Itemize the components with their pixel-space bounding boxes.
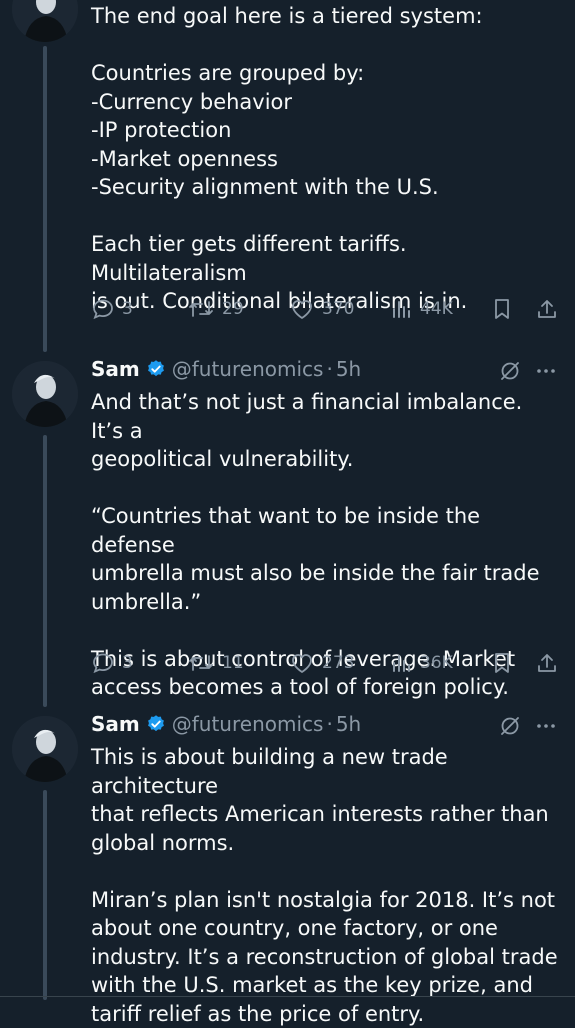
text-line: that reflects American interests rather …: [91, 800, 561, 829]
retweet-button[interactable]: 29: [187, 297, 244, 321]
timestamp[interactable]: 5h: [336, 357, 361, 381]
avatar[interactable]: [12, 0, 78, 42]
thread-line: [43, 435, 47, 707]
share-icon: [535, 651, 559, 675]
tweet-text: The end goal here is a tiered system: Co…: [91, 2, 561, 316]
text-line: -IP protection: [91, 116, 561, 145]
share-icon: [535, 297, 559, 321]
tweet-2[interactable]: Sam @futurenomics · 5h And that’s not ju…: [0, 345, 575, 700]
views-button[interactable]: 44K: [389, 297, 453, 321]
retweet-icon: [187, 297, 215, 321]
text-line: And that’s not just a financial imbalanc…: [91, 388, 561, 445]
text-line: -Security alignment with the U.S.: [91, 173, 561, 202]
thread-line: [43, 46, 47, 352]
reply-count: 3: [122, 299, 133, 319]
share-button[interactable]: [535, 297, 559, 321]
bookmark-icon: [491, 651, 513, 675]
reply-button[interactable]: 3: [91, 651, 133, 675]
text-line: geopolitical vulnerability.: [91, 445, 561, 474]
tweet-header: Sam @futurenomics · 5h: [91, 357, 361, 381]
retweet-count: 29: [222, 299, 244, 319]
timestamp[interactable]: 5h: [336, 712, 361, 736]
text-line: “Countries that want to be inside the de…: [91, 502, 561, 559]
views-icon: [389, 297, 413, 321]
author-handle[interactable]: @futurenomics: [172, 357, 324, 381]
like-count: 273: [322, 653, 354, 673]
text-line: -Currency behavior: [91, 88, 561, 117]
more-icon[interactable]: [536, 361, 556, 381]
like-icon: [289, 651, 315, 675]
reply-count: 3: [122, 653, 133, 673]
avatar[interactable]: [12, 716, 78, 782]
retweet-icon: [187, 651, 215, 675]
thread-line: [43, 790, 47, 1000]
text-line: umbrella.”: [91, 588, 561, 617]
text-line: umbrella must also be inside the fair tr…: [91, 559, 561, 588]
like-icon: [289, 297, 315, 321]
like-button[interactable]: 273: [289, 651, 354, 675]
text-line: -Market openness: [91, 145, 561, 174]
retweet-count: 11: [222, 653, 244, 673]
author-handle[interactable]: @futurenomics: [172, 712, 324, 736]
separator-dot: ·: [326, 712, 332, 736]
text-line: The end goal here is a tiered system:: [91, 2, 561, 31]
bookmark-button[interactable]: [491, 651, 513, 675]
text-line: Miran’s plan isn't nostalgia for 2018. I…: [91, 886, 561, 915]
header-actions: [498, 359, 556, 383]
text-line: global norms.: [91, 829, 561, 858]
views-count: 44K: [420, 299, 453, 319]
text-line: This is about building a new trade archi…: [91, 743, 561, 800]
verified-badge-icon: [146, 714, 166, 734]
views-count: 36K: [420, 653, 453, 673]
avatar[interactable]: [12, 361, 78, 427]
action-bar: 3 29 370 44K: [91, 297, 561, 325]
action-bar: 3 11 273 36K: [91, 651, 561, 679]
grok-icon[interactable]: [498, 359, 522, 383]
text-line: tariff relief as the price of entry.: [91, 1000, 561, 1028]
more-icon[interactable]: [536, 716, 556, 736]
reply-icon: [91, 297, 115, 321]
tweet-text: This is about building a new trade archi…: [91, 743, 561, 1028]
like-button[interactable]: 370: [289, 297, 354, 321]
like-count: 370: [322, 299, 354, 319]
separator-dot: ·: [326, 357, 332, 381]
grok-icon[interactable]: [498, 714, 522, 738]
text-line: about one country, one factory, or one: [91, 914, 561, 943]
bottom-divider: [0, 996, 575, 997]
reply-icon: [91, 651, 115, 675]
views-button[interactable]: 36K: [389, 651, 453, 675]
header-actions: [498, 714, 556, 738]
text-line: Countries are grouped by:: [91, 59, 561, 88]
text-line: industry. It’s a reconstruction of globa…: [91, 943, 561, 972]
bookmark-icon: [491, 297, 513, 321]
retweet-button[interactable]: 11: [187, 651, 244, 675]
tweet-header: Sam @futurenomics · 5h: [91, 712, 361, 736]
text-line: Each tier gets different tariffs. Multil…: [91, 230, 561, 287]
views-icon: [389, 651, 413, 675]
verified-badge-icon: [146, 359, 166, 379]
author-name[interactable]: Sam: [91, 712, 140, 736]
share-button[interactable]: [535, 651, 559, 675]
tweet-3[interactable]: Sam @futurenomics · 5h This is about bui…: [0, 700, 575, 1000]
author-name[interactable]: Sam: [91, 357, 140, 381]
tweet-1[interactable]: The end goal here is a tiered system: Co…: [0, 0, 575, 345]
bookmark-button[interactable]: [491, 297, 513, 321]
reply-button[interactable]: 3: [91, 297, 133, 321]
